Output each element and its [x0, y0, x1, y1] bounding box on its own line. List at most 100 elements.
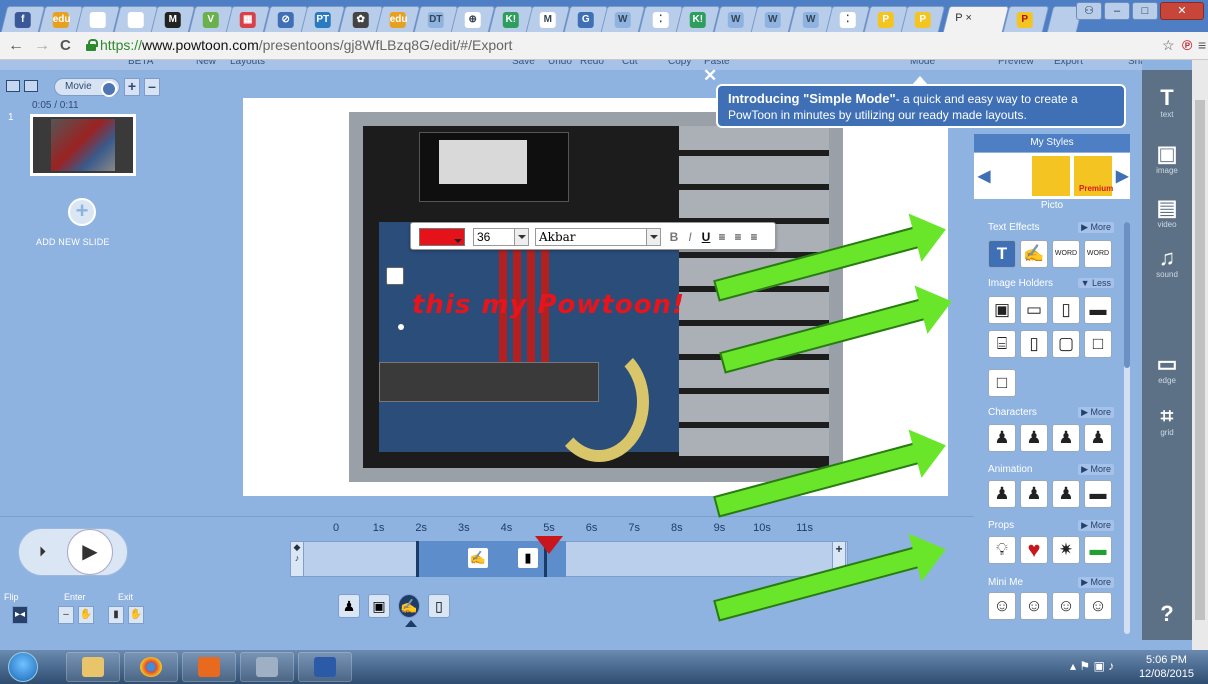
italic-button[interactable]: I: [683, 228, 697, 246]
toolbar-copy-button[interactable]: Copy: [668, 60, 691, 67]
text-effect-hand-icon[interactable]: ✍: [1020, 240, 1048, 268]
user-profile-icon[interactable]: ⚇: [1076, 2, 1102, 20]
prop-splat-icon[interactable]: ✷: [1052, 536, 1080, 564]
toolbar-cut-button[interactable]: Cut: [622, 60, 638, 67]
close-tooltip-icon[interactable]: ✕: [703, 66, 717, 86]
exit-hand-icon[interactable]: ✋: [128, 606, 144, 624]
holder-tv-icon[interactable]: ▯: [1052, 296, 1080, 324]
toolbar-preview-button[interactable]: Preview: [998, 60, 1034, 67]
clip-start-handle[interactable]: [416, 541, 419, 577]
font-size-select[interactable]: 36: [473, 228, 529, 246]
minimize-button[interactable]: –: [1104, 2, 1130, 20]
prop-money-icon[interactable]: ▬: [1084, 536, 1112, 564]
styles-prev-icon[interactable]: ◀: [978, 166, 990, 186]
timeline-character-icon[interactable]: ♟: [338, 594, 360, 618]
section-toggle-button[interactable]: ▶ More: [1078, 222, 1114, 233]
holder-laptop-icon[interactable]: ▬: [1084, 296, 1112, 324]
timeline-image-icon[interactable]: ▣: [368, 594, 390, 618]
bold-button[interactable]: B: [667, 228, 681, 246]
text-color-picker[interactable]: [419, 228, 465, 246]
tray-icons[interactable]: ▴ ⚑ ▣ ♪: [1070, 659, 1114, 673]
text-effect-word-icon[interactable]: WORD: [1052, 240, 1080, 268]
single-view-icon[interactable]: [6, 80, 20, 92]
minime-1-icon[interactable]: ☺: [988, 592, 1016, 620]
toolbar-layouts-button[interactable]: Layouts: [230, 60, 265, 67]
minime-4-icon[interactable]: ☺: [1084, 592, 1112, 620]
character-1-icon[interactable]: ♟: [988, 424, 1016, 452]
tab-active[interactable]: P ×: [942, 6, 1010, 32]
holder-desktop-icon[interactable]: ⌸: [988, 330, 1016, 358]
text-effect-word-outline-icon[interactable]: WORD: [1084, 240, 1112, 268]
holder-frame-icon[interactable]: □: [1084, 330, 1112, 358]
bookmark-star-icon[interactable]: ☆: [1162, 37, 1175, 54]
canvas-text[interactable]: this my Powtoon!: [412, 290, 685, 320]
url-field[interactable]: https://www.powtoon.com/presentoons/gj8W…: [86, 36, 1156, 56]
section-toggle-button[interactable]: ▶ More: [1078, 464, 1114, 475]
prop-heart-icon[interactable]: ♥: [1020, 536, 1048, 564]
holder-tablet-icon[interactable]: ▢: [1052, 330, 1080, 358]
browser-tab-25[interactable]: P: [900, 6, 946, 32]
align-center-icon[interactable]: ≡: [731, 228, 745, 246]
toolbar-beta-button[interactable]: BETA: [128, 60, 153, 67]
align-right-icon[interactable]: ≡: [747, 228, 761, 246]
animation-4-icon[interactable]: ▬: [1084, 480, 1112, 508]
rail-text-button[interactable]: Ttext: [1142, 86, 1192, 120]
exit-fade-icon[interactable]: ▮: [108, 606, 124, 624]
forward-icon[interactable]: →: [34, 37, 50, 55]
reload-icon[interactable]: C: [60, 37, 71, 54]
rail-image-button[interactable]: ▣ image: [1142, 142, 1192, 176]
explorer-taskbar-icon[interactable]: [66, 652, 120, 682]
toolbar-redo-button[interactable]: Redo: [580, 60, 604, 67]
word-taskbar-icon[interactable]: [298, 652, 352, 682]
character-4-icon[interactable]: ♟: [1084, 424, 1112, 452]
add-new-slide-icon[interactable]: +: [68, 198, 96, 226]
calculator-taskbar-icon[interactable]: [240, 652, 294, 682]
animation-1-icon[interactable]: ♟: [988, 480, 1016, 508]
start-button[interactable]: [8, 652, 38, 682]
close-window-button[interactable]: ✕: [1160, 2, 1204, 20]
media-taskbar-icon[interactable]: [182, 652, 236, 682]
enter-none-icon[interactable]: –: [58, 606, 74, 624]
menu-icon[interactable]: ≡: [1198, 37, 1206, 53]
play-button[interactable]: ▶: [67, 529, 113, 575]
toolbar-mode-button[interactable]: Mode: [910, 60, 935, 67]
maximize-button[interactable]: □: [1132, 2, 1158, 20]
add-slide-small-button[interactable]: +: [124, 78, 140, 96]
timeline-phone-icon[interactable]: ▯: [428, 594, 450, 618]
section-toggle-button[interactable]: ▶ More: [1078, 520, 1114, 531]
holder-blank-icon[interactable]: □: [988, 369, 1016, 397]
character-3-icon[interactable]: ♟: [1052, 424, 1080, 452]
section-toggle-button[interactable]: ▶ More: [1078, 577, 1114, 588]
prop-lightbulb-icon[interactable]: 💡︎: [988, 536, 1016, 564]
tab-powtoon-2[interactable]: P: [1002, 6, 1050, 32]
minime-2-icon[interactable]: ☺: [1020, 592, 1048, 620]
section-toggle-button[interactable]: ▶ More: [1078, 407, 1114, 418]
slide-thumbnail[interactable]: [30, 114, 136, 176]
page-scrollbar[interactable]: [1192, 60, 1208, 650]
toolbar-undo-button[interactable]: Undo: [548, 60, 572, 67]
animation-3-icon[interactable]: ♟: [1052, 480, 1080, 508]
track-scroll-icon[interactable]: ◆ ♪: [290, 541, 304, 577]
library-scroll-thumb[interactable]: [1124, 222, 1130, 368]
text-effect-t-icon[interactable]: T: [988, 240, 1016, 268]
clock[interactable]: 5:06 PM 12/08/2015: [1139, 653, 1194, 681]
toolbar-save-button[interactable]: Save: [512, 60, 535, 67]
holder-photo-icon[interactable]: ▣: [988, 296, 1016, 324]
chrome-taskbar-icon[interactable]: [124, 652, 178, 682]
flip-icon[interactable]: ▸◂: [12, 606, 28, 624]
movie-mode-toggle[interactable]: Movie: [54, 78, 120, 97]
pinterest-icon[interactable]: ℗: [1182, 37, 1192, 53]
toolbar-export-button[interactable]: Export: [1054, 60, 1083, 67]
minime-3-icon[interactable]: ☺: [1052, 592, 1080, 620]
clip-hand-icon[interactable]: ✍: [468, 548, 488, 568]
rail-grid-button[interactable]: ⌗ grid: [1142, 404, 1192, 438]
multi-view-icon[interactable]: [24, 80, 38, 92]
enter-hand-icon[interactable]: ✋: [78, 606, 94, 624]
toolbar-share-button[interactable]: Share: [1128, 60, 1142, 67]
styles-next-icon[interactable]: ▶: [1116, 166, 1128, 186]
rail-edge-button[interactable]: ▭ edge: [1142, 352, 1192, 386]
section-toggle-button[interactable]: ▼ Less: [1077, 278, 1114, 288]
playhead-marker[interactable]: [535, 536, 563, 554]
toolbar-new-button[interactable]: New: [196, 60, 216, 67]
remove-slide-button[interactable]: –: [144, 78, 160, 96]
